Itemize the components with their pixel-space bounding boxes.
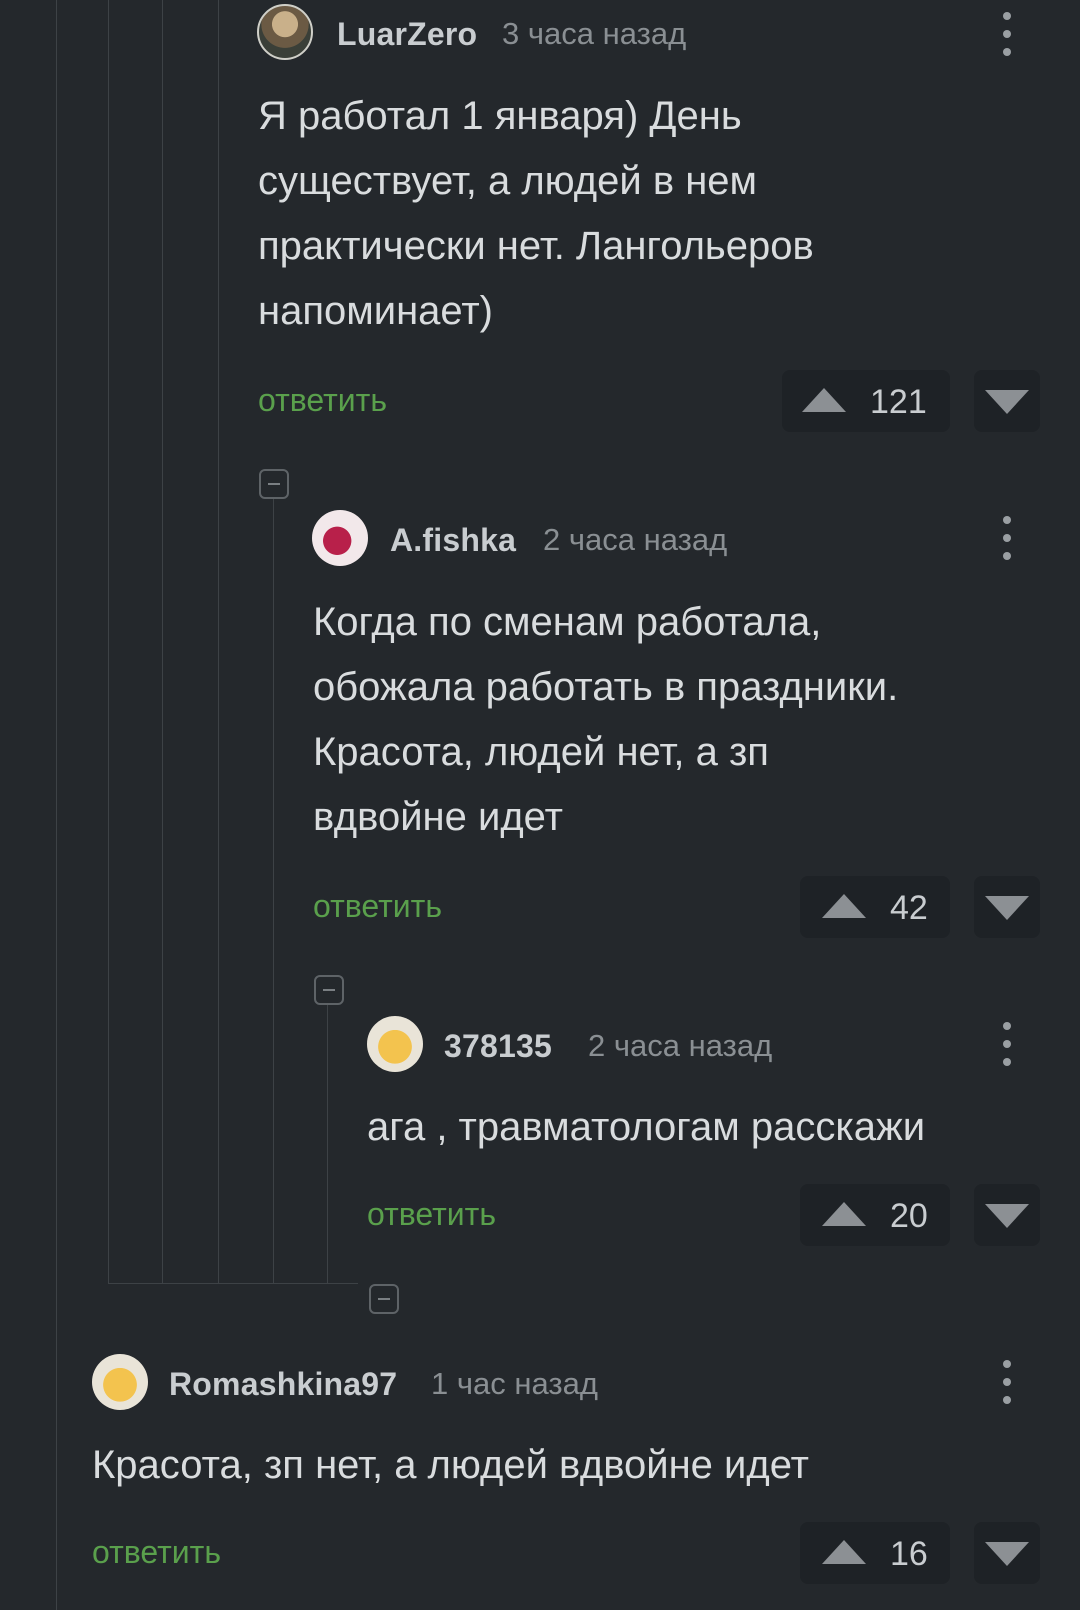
downvote-button[interactable] — [974, 1184, 1040, 1246]
thread-line — [273, 497, 274, 1283]
comment-author[interactable]: Romashkina97 — [169, 1366, 397, 1403]
comment-text: Когда по сменам работала, обожала работа… — [313, 600, 899, 839]
comment-author[interactable]: A.fishka — [390, 522, 516, 559]
upvote-icon — [822, 894, 866, 918]
comment-author[interactable]: 378135 — [444, 1028, 552, 1065]
comment-time: 2 часа назад — [543, 522, 728, 557]
more-options-icon[interactable] — [987, 10, 1027, 60]
upvote-icon — [822, 1202, 866, 1226]
more-options-icon[interactable] — [987, 1358, 1027, 1408]
downvote-icon — [985, 390, 1029, 414]
more-options-icon[interactable] — [987, 514, 1027, 564]
reply-link[interactable]: ответить — [258, 382, 387, 419]
comment-text: Я работал 1 января) День существует, а л… — [258, 94, 814, 333]
rating-value: 121 — [870, 383, 927, 421]
more-options-icon[interactable] — [987, 1020, 1027, 1070]
thread-line — [108, 1283, 358, 1284]
comment-time: 2 часа назад — [588, 1028, 773, 1063]
comment-time: 3 часа назад — [502, 16, 687, 51]
rating-value: 42 — [890, 889, 928, 927]
thread-line — [108, 0, 109, 1283]
upvote-button[interactable]: 16 — [800, 1522, 950, 1584]
reply-link[interactable]: ответить — [367, 1196, 496, 1233]
collapse-thread-button[interactable] — [314, 975, 344, 1005]
downvote-icon — [985, 1204, 1029, 1228]
sleepy-face-avatar-icon[interactable] — [367, 1016, 423, 1072]
upvote-button[interactable]: 20 — [800, 1184, 950, 1246]
reply-link[interactable]: ответить — [313, 888, 442, 925]
downvote-button[interactable] — [974, 370, 1040, 432]
bearded-man-avatar-icon[interactable] — [257, 4, 313, 60]
upvote-icon — [822, 1540, 866, 1564]
comment-text: ага , травматологам расскажи — [367, 1105, 926, 1149]
comment-text: Красота, зп нет, а людей вдвойне идет — [92, 1443, 809, 1487]
comment-time: 1 час назад — [431, 1366, 598, 1401]
downvote-button[interactable] — [974, 1522, 1040, 1584]
rating-value: 16 — [890, 1535, 928, 1573]
downvote-button[interactable] — [974, 876, 1040, 938]
thread-line — [162, 0, 163, 1283]
downvote-icon — [985, 896, 1029, 920]
upvote-icon — [802, 388, 846, 412]
downvote-icon — [985, 1542, 1029, 1566]
reply-link[interactable]: ответить — [92, 1534, 221, 1571]
comments-page: LuarZero 3 часа назад Я работал 1 января… — [0, 0, 1080, 1610]
rating-value: 20 — [890, 1197, 928, 1235]
thread-line — [218, 0, 219, 1283]
comment-author[interactable]: LuarZero — [337, 16, 477, 53]
thread-line — [56, 0, 57, 1610]
heart-avatar-icon[interactable] — [312, 510, 368, 566]
upvote-button[interactable]: 121 — [782, 370, 950, 432]
collapse-thread-button[interactable] — [369, 1284, 399, 1314]
sleepy-face-avatar-icon[interactable] — [92, 1354, 148, 1410]
collapse-thread-button[interactable] — [259, 469, 289, 499]
thread-line — [327, 1004, 328, 1283]
upvote-button[interactable]: 42 — [800, 876, 950, 938]
